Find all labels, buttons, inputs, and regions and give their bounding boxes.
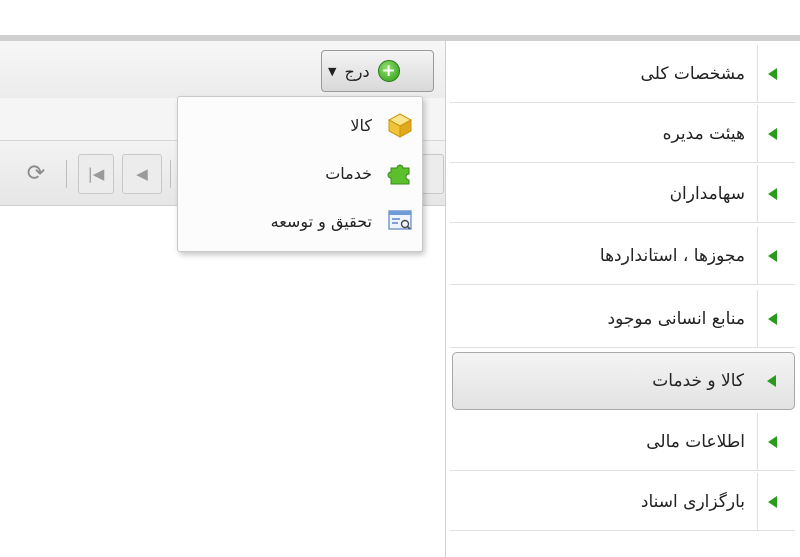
menu-item-goods[interactable]: کالا — [178, 101, 422, 149]
form-search-icon — [384, 205, 416, 237]
sidebar-divider — [757, 104, 758, 163]
sidebar-item-human-resources[interactable]: منابع انسانی موجود — [450, 289, 795, 348]
previous-page-button[interactable]: ◀ — [122, 154, 162, 194]
first-page-icon: |◀ — [87, 165, 105, 183]
sidebar-item-label: مجوزها ، استانداردها — [599, 245, 745, 266]
pager-separator — [170, 160, 171, 188]
sidebar-divider — [757, 226, 758, 285]
menu-item-label: خدمات — [325, 163, 372, 183]
pager-separator — [66, 160, 67, 188]
insert-button-label: درج — [344, 61, 370, 81]
insert-menu: کالا خدمات تحقیق و توسعه — [177, 96, 423, 252]
sidebar-item-shareholders[interactable]: سهامداران — [450, 164, 795, 223]
menu-item-research[interactable]: تحقیق و توسعه — [178, 197, 422, 245]
sidebar-item-label: هیئت مدیره — [662, 123, 745, 144]
sidebar-item-label: سهامداران — [669, 183, 745, 204]
top-band — [0, 0, 800, 38]
menu-item-services[interactable]: خدمات — [178, 149, 422, 197]
sidebar-item-licenses[interactable]: مجوزها ، استانداردها — [450, 226, 795, 285]
refresh-icon[interactable]: ⟳ — [22, 160, 50, 188]
menu-item-label: تحقیق و توسعه — [270, 211, 372, 231]
sidebar-item-board[interactable]: هیئت مدیره — [450, 104, 795, 163]
arrow-left-icon — [768, 495, 777, 508]
sidebar-item-financial[interactable]: اطلاعات مالی — [450, 412, 795, 471]
previous-page-icon: ◀ — [136, 165, 148, 183]
insert-dropdown-button[interactable]: + درج ▼ — [321, 50, 434, 92]
sidebar-divider — [757, 289, 758, 348]
sidebar-item-label: کالا و خدمات — [652, 371, 744, 391]
arrow-left-icon — [768, 435, 777, 448]
first-page-button[interactable]: |◀ — [78, 154, 114, 194]
sidebar-divider — [757, 44, 758, 103]
sidebar-item-label: بارگزاری اسناد — [640, 491, 745, 512]
arrow-left-icon — [768, 249, 777, 262]
arrow-left-icon — [767, 375, 776, 387]
sidebar-item-goods-services[interactable]: کالا و خدمات — [452, 352, 795, 410]
arrow-left-icon — [768, 67, 777, 80]
menu-item-label: کالا — [350, 115, 372, 135]
sidebar-divider — [756, 352, 757, 410]
arrow-left-icon — [768, 127, 777, 140]
sidebar-divider — [757, 164, 758, 223]
sidebar-divider — [757, 412, 758, 471]
sidebar-item-label: مشخصات کلی — [640, 63, 745, 84]
sidebar-item-label: منابع انسانی موجود — [607, 308, 745, 329]
caret-down-icon: ▼ — [328, 64, 337, 78]
puzzle-icon — [384, 157, 416, 189]
sidebar-item-documents[interactable]: بارگزاری اسناد — [450, 472, 795, 531]
sidebar-divider — [757, 472, 758, 531]
arrow-left-icon — [768, 312, 777, 325]
add-circle-icon: + — [377, 60, 400, 82]
sidebar-item-label: اطلاعات مالی — [646, 431, 745, 452]
arrow-left-icon — [768, 187, 777, 200]
sidebar-item-general[interactable]: مشخصات کلی — [450, 44, 795, 103]
package-icon — [384, 109, 416, 141]
